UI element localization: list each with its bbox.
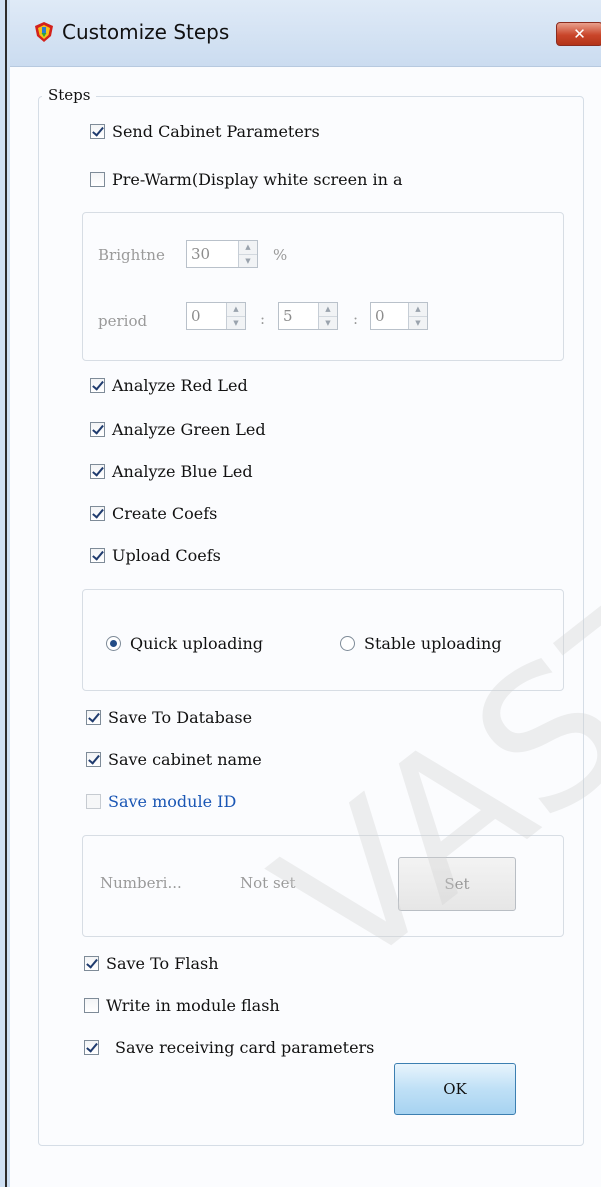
period-seconds-spinner[interactable]: 0 ▲ ▼ (370, 302, 428, 330)
numbering-label: Numberi... (100, 874, 182, 892)
step-create-coefs[interactable]: Create Coefs (90, 504, 217, 523)
radio-label: Stable uploading (364, 634, 502, 653)
step-label: Send Cabinet Parameters (112, 122, 320, 141)
set-button[interactable]: Set (398, 857, 516, 911)
step-label: Pre-Warm(Display white screen in a (112, 170, 403, 189)
checkbox-checked[interactable] (84, 956, 99, 971)
checkbox-unchecked[interactable] (84, 998, 99, 1013)
step-label: Write in module flash (106, 996, 280, 1015)
step-analyze-blue-led[interactable]: Analyze Blue Led (90, 462, 253, 481)
spinner-arrows[interactable]: ▲ ▼ (238, 241, 257, 267)
checkbox-disabled[interactable] (86, 794, 101, 809)
step-upload-coefs[interactable]: Upload Coefs (90, 546, 221, 565)
step-save-to-flash[interactable]: Save To Flash (84, 954, 219, 973)
checkbox-checked[interactable] (90, 378, 105, 393)
title-bar: Customize Steps ✕ (10, 0, 601, 67)
checkbox-checked[interactable] (90, 124, 105, 139)
step-save-to-database[interactable]: Save To Database (86, 708, 252, 727)
spinner-arrows[interactable]: ▲ ▼ (226, 303, 245, 329)
spinner-arrows[interactable]: ▲ ▼ (318, 303, 337, 329)
checkbox-unchecked[interactable] (90, 172, 105, 187)
radio-stable-uploading[interactable]: Stable uploading (340, 634, 502, 653)
step-save-receiving-card-parameters[interactable]: Save receiving card parameters (84, 1038, 374, 1057)
step-save-module-id[interactable]: Save module ID (86, 792, 236, 811)
checkbox-checked[interactable] (86, 752, 101, 767)
brightness-value: 30 (191, 245, 211, 263)
radio-quick-uploading[interactable]: Quick uploading (106, 634, 263, 653)
period-minutes-spinner[interactable]: 5 ▲ ▼ (278, 302, 338, 330)
step-label: Save To Database (108, 708, 253, 727)
brightness-spinner[interactable]: 30 ▲ ▼ (186, 240, 258, 268)
step-label: Save module ID (108, 792, 237, 811)
checkbox-checked[interactable] (90, 548, 105, 563)
radio-label: Quick uploading (130, 634, 264, 653)
radio-selected[interactable] (106, 636, 121, 651)
steps-group-title: Steps (42, 86, 97, 104)
step-save-cabinet-name[interactable]: Save cabinet name (86, 750, 262, 769)
step-send-cabinet-parameters[interactable]: Send Cabinet Parameters (90, 122, 320, 141)
period-hours-spinner[interactable]: 0 ▲ ▼ (186, 302, 246, 330)
time-separator: : (260, 310, 266, 328)
checkbox-checked[interactable] (90, 506, 105, 521)
step-label: Save To Flash (106, 954, 219, 973)
step-write-in-module-flash[interactable]: Write in module flash (84, 996, 280, 1015)
period-label: period (98, 312, 148, 330)
step-label: Save cabinet name (108, 750, 262, 769)
step-analyze-green-led[interactable]: Analyze Green Led (90, 420, 266, 439)
step-label: Upload Coefs (112, 546, 221, 565)
period-minutes-value: 5 (283, 307, 293, 325)
prewarm-settings-panel (82, 212, 564, 361)
ok-button[interactable]: OK (394, 1063, 516, 1115)
checkbox-checked[interactable] (84, 1040, 99, 1055)
close-button[interactable]: ✕ (556, 22, 601, 46)
spinner-arrows[interactable]: ▲ ▼ (408, 303, 427, 329)
app-shield-icon (35, 22, 53, 42)
time-separator: : (353, 310, 359, 328)
step-label: Analyze Red Led (112, 376, 248, 395)
period-seconds-value: 0 (375, 307, 385, 325)
window-title: Customize Steps (62, 20, 230, 44)
close-icon: ✕ (573, 25, 586, 43)
numbering-value: Not set (240, 874, 296, 892)
customize-steps-window: Customize Steps ✕ Steps Send Cabinet Par… (0, 0, 601, 1187)
checkbox-checked[interactable] (90, 464, 105, 479)
step-pre-warm[interactable]: Pre-Warm(Display white screen in a (90, 170, 403, 189)
step-analyze-red-led[interactable]: Analyze Red Led (90, 376, 248, 395)
period-hours-value: 0 (191, 307, 201, 325)
checkbox-checked[interactable] (86, 710, 101, 725)
brightness-label: Brightne (98, 246, 165, 264)
step-label: Save receiving card parameters (115, 1038, 375, 1057)
step-label: Analyze Green Led (112, 420, 266, 439)
radio-unselected[interactable] (340, 636, 355, 651)
step-label: Analyze Blue Led (112, 462, 253, 481)
step-label: Create Coefs (112, 504, 218, 523)
percent-unit: % (273, 246, 288, 264)
checkbox-checked[interactable] (90, 422, 105, 437)
